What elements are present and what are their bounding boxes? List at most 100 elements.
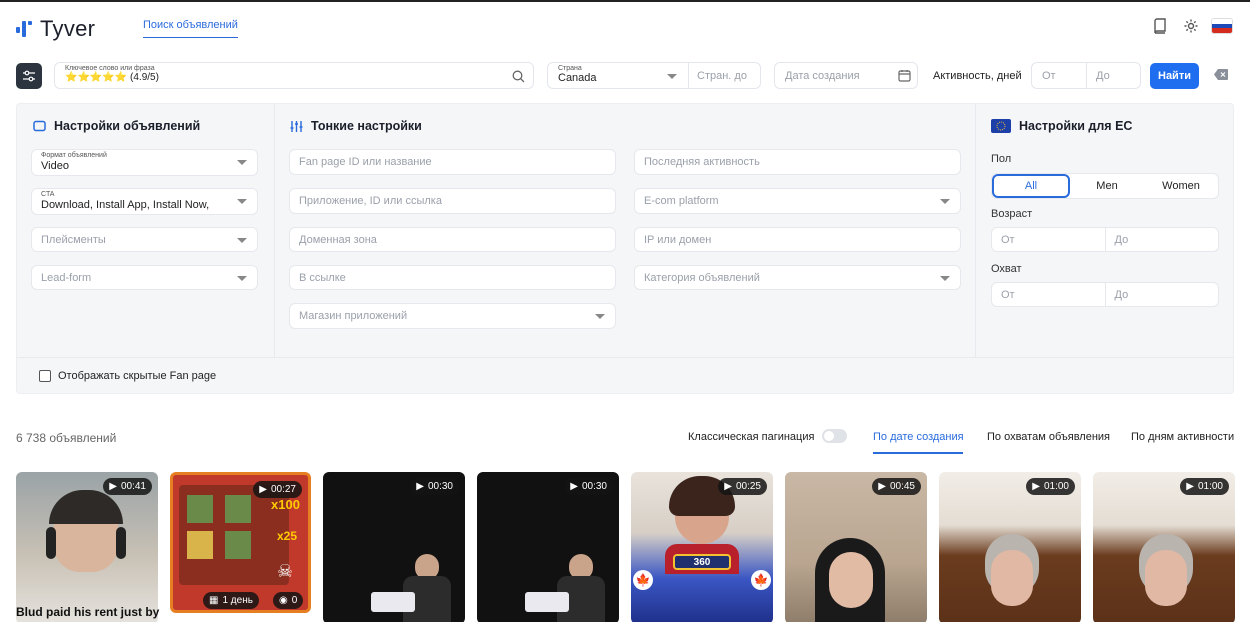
age-range: От До (991, 227, 1219, 252)
age-to-input[interactable]: До (1104, 228, 1219, 251)
country-exclude-input[interactable]: Стран. до (697, 70, 747, 82)
leadform-select[interactable]: Lead-form (31, 265, 258, 290)
placements-select[interactable]: Плейсменты (31, 227, 258, 252)
active-sort-underline (873, 452, 963, 454)
play-icon: ▶ (259, 484, 267, 495)
age-label: Возраст (991, 208, 1033, 220)
cta-select[interactable]: CTA Download, Install App, Install Now, … (31, 188, 258, 215)
eu-settings-title: Настройки для ЕС (991, 119, 1132, 133)
app-header: Tyver Поиск объявлений (0, 2, 1250, 52)
duration-badge: ▶ 00:45 (872, 478, 921, 495)
created-date-input[interactable]: Дата создания (774, 62, 918, 89)
keyword-input[interactable]: Ключевое слово или фраза ⭐⭐⭐⭐⭐ (4.9/5) (54, 62, 534, 89)
fanpage-input[interactable]: Fan page ID или название (289, 149, 616, 175)
ad-card[interactable]: ▶ 00:45 (785, 472, 927, 622)
ad-format-select[interactable]: Формат объявлений Video (31, 149, 258, 176)
sort-by-activity[interactable]: По дням активности (1131, 431, 1234, 443)
sliders-icon (23, 70, 35, 82)
gender-option-women[interactable]: Women (1144, 174, 1218, 198)
duration-badge: ▶ 00:30 (564, 478, 613, 495)
app-store-placeholder: Магазин приложений (299, 310, 408, 322)
ad-card[interactable]: x100 x25 ☠ ▶ 00:27 ▦ 1 день ◉ 0 (170, 472, 311, 613)
cta-caption: CTA (41, 191, 55, 198)
ecom-platform-select[interactable]: E-com platform (634, 188, 961, 214)
chevron-down-icon (237, 160, 247, 165)
play-icon: ▶ (878, 481, 886, 492)
pagination-toggle[interactable] (822, 429, 847, 443)
ad-card[interactable]: ▶ 01:00 (939, 472, 1081, 622)
eye-icon: ◉ (279, 595, 288, 606)
gender-option-men[interactable]: Men (1070, 174, 1144, 198)
in-link-input[interactable]: В ссылке (289, 265, 616, 290)
show-hidden-label: Отображать скрытые Fan page (58, 370, 217, 382)
nav-link-ad-search[interactable]: Поиск объявлений (143, 19, 238, 38)
duration-badge: ▶ 01:00 (1180, 478, 1229, 495)
app-store-select[interactable]: Магазин приложений (289, 303, 616, 329)
reach-from-input[interactable]: От (992, 283, 1105, 306)
ad-card[interactable]: ▶ 00:30 (323, 472, 465, 622)
logo[interactable]: Tyver (16, 16, 95, 42)
gender-option-all[interactable]: All (992, 174, 1070, 198)
ad-card[interactable]: ▶ 01:00 (1093, 472, 1235, 622)
fine-settings-title: Тонкие настройки (290, 119, 422, 133)
brand-name: Tyver (40, 16, 96, 41)
play-icon: ▶ (1186, 481, 1194, 492)
gear-icon[interactable] (1182, 17, 1200, 35)
results-count: 6 738 объявлений (16, 431, 117, 445)
book-icon[interactable] (1152, 17, 1170, 35)
age-badge: ▦ 1 день (203, 592, 259, 609)
calendar-icon: ▦ (209, 595, 219, 606)
app-input[interactable]: Приложение, ID или ссылка (289, 188, 616, 214)
country-select[interactable]: Страна Canada Стран. до (547, 62, 761, 89)
activity-range: От До (1031, 62, 1141, 89)
views-badge: ◉ 0 (273, 592, 304, 609)
search-icon[interactable] (512, 70, 525, 83)
reach-range: От До (991, 282, 1219, 307)
chevron-down-icon (237, 276, 247, 281)
keyword-caption: Ключевое слово или фраза (65, 65, 155, 72)
chevron-down-icon (940, 276, 950, 281)
search-button[interactable]: Найти (1150, 63, 1199, 89)
clear-filters-icon[interactable] (1214, 69, 1228, 80)
ad-category-placeholder: Категория объявлений (644, 272, 760, 284)
sort-by-date[interactable]: По дате создания (873, 431, 964, 443)
activity-to-input[interactable]: До (1096, 70, 1110, 82)
eu-flag-icon (991, 119, 1011, 133)
ip-domain-input[interactable]: IP или домен (634, 227, 961, 252)
chevron-down-icon (237, 199, 247, 204)
in-link-placeholder: В ссылке (299, 272, 346, 284)
reach-label: Охват (991, 263, 1022, 275)
pagination-label: Классическая пагинация (688, 431, 815, 443)
filters-toggle-button[interactable] (16, 63, 42, 89)
age-from-input[interactable]: От (992, 228, 1105, 251)
domain-zone-placeholder: Доменная зона (299, 234, 377, 246)
chevron-down-icon (667, 74, 677, 79)
monitor-icon (33, 120, 46, 131)
ad-card[interactable]: ▶ 00:41 (16, 472, 158, 622)
duration-badge: ▶ 00:25 (718, 478, 767, 495)
russia-flag-icon[interactable] (1212, 19, 1232, 33)
ad-card[interactable]: ▶ 00:30 (477, 472, 619, 622)
reach-to-input[interactable]: До (1104, 283, 1219, 306)
activity-from-input[interactable]: От (1042, 70, 1056, 82)
last-activity-placeholder: Последняя активность (644, 156, 760, 168)
gender-label: Пол (991, 153, 1012, 165)
ad-card-title[interactable]: Blud paid his rent just by (16, 605, 159, 619)
equalizer-icon (290, 120, 303, 132)
show-hidden-checkbox[interactable] (39, 370, 51, 382)
calendar-icon[interactable] (898, 69, 911, 82)
ad-card[interactable]: 360 🍁 🍁 ▶ 00:25 (631, 472, 773, 622)
fanpage-placeholder: Fan page ID или название (299, 156, 432, 168)
keyword-value: ⭐⭐⭐⭐⭐ (4.9/5) (65, 72, 159, 83)
gender-segmented-control: All Men Women (991, 173, 1219, 199)
domain-zone-input[interactable]: Доменная зона (289, 227, 616, 252)
logo-mark-icon (16, 19, 34, 39)
duration-badge: ▶ 01:00 (1026, 478, 1075, 495)
activity-label: Активность, дней (933, 70, 1022, 82)
duration-badge: ▶ 00:27 (253, 481, 302, 498)
sort-by-reach[interactable]: По охватам объявления (987, 431, 1110, 443)
ad-category-select[interactable]: Категория объявлений (634, 265, 961, 290)
placements-placeholder: Плейсменты (41, 234, 106, 246)
last-activity-input[interactable]: Последняя активность (634, 149, 961, 175)
ads-settings-title: Настройки объявлений (33, 119, 200, 133)
